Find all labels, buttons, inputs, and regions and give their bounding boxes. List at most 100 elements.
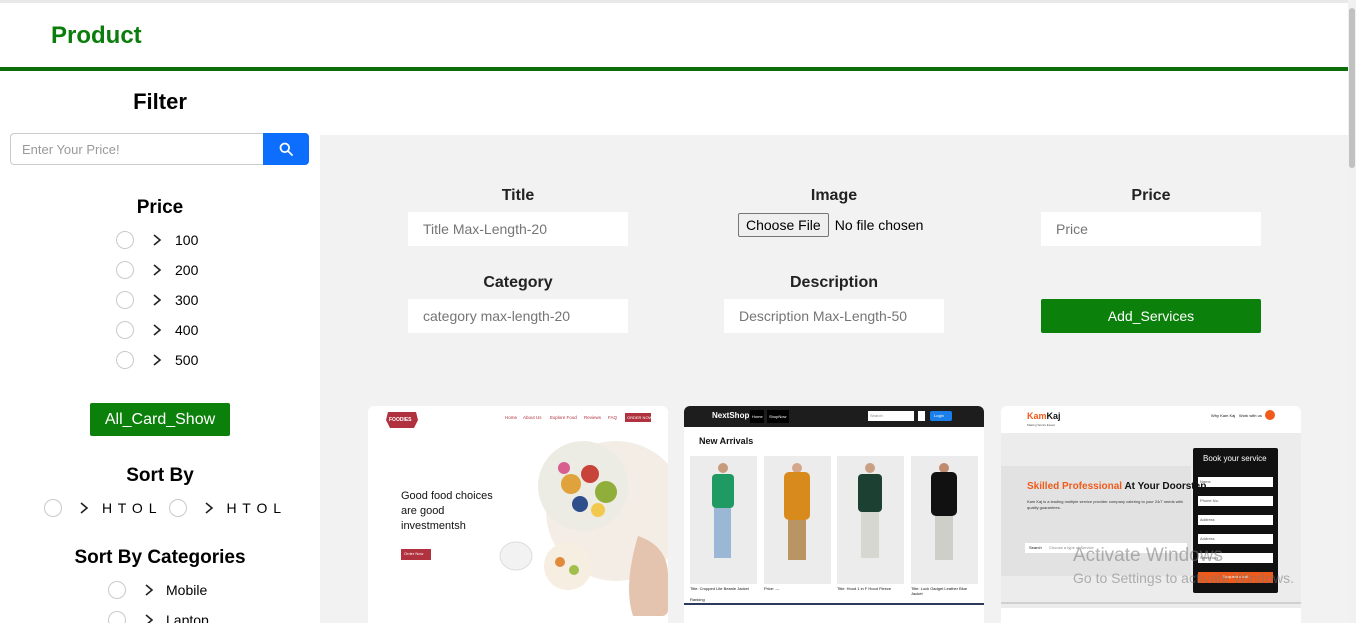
category-label: Category <box>483 274 553 291</box>
radio-button[interactable] <box>168 499 187 517</box>
radio-button[interactable] <box>108 581 126 599</box>
card-nav-item: Work with us <box>1239 413 1262 418</box>
card-cta: Order Now <box>404 551 424 556</box>
sort-option-label: H T O L <box>102 500 158 516</box>
chevron-right-icon <box>145 584 154 596</box>
price-title: Price <box>136 197 184 218</box>
price-input[interactable] <box>1041 212 1261 246</box>
chevron-right-icon <box>145 614 154 623</box>
svg-text:Explore Food: Explore Food <box>550 415 577 420</box>
card-item-title: Title: Lock Gadget Leather Blue Jacket <box>911 586 968 596</box>
chevron-right-icon <box>153 264 162 276</box>
card-search: Search <box>870 413 883 418</box>
card-book-field: Name <box>1200 479 1211 484</box>
add-services-button[interactable]: Add_Services <box>1041 299 1261 333</box>
svg-text:Home: Home <box>505 415 518 420</box>
card-nav-item: Why Kam Kaj <box>1211 413 1236 418</box>
title-input[interactable] <box>408 212 628 246</box>
search-button[interactable] <box>263 133 309 165</box>
filter-sidebar: Filter Price 100 200 300 400 <box>0 71 320 623</box>
activate-windows-subtitle: Go to Settings to activate Windows. <box>1073 570 1294 586</box>
card-item-title: Title: Hood 1 in F Hood Fleece <box>837 586 892 591</box>
card-headline: Good food choices are good investmentsh <box>401 490 493 532</box>
svg-text:Reviews: Reviews <box>584 415 602 420</box>
description-input[interactable] <box>724 299 944 333</box>
card-body: Kam Kaj is a leading multiple service pr… <box>1027 499 1183 510</box>
price-option[interactable]: 200 <box>116 259 198 281</box>
card-book-field: Address <box>1200 517 1215 522</box>
svg-text:FAQ: FAQ <box>608 415 618 420</box>
categories-title: Sort By Categories <box>74 547 246 568</box>
chevron-right-icon <box>153 324 162 336</box>
scrollbar-thumb[interactable] <box>1349 8 1355 168</box>
page-scrollbar[interactable] <box>1348 0 1356 623</box>
card-logo-a: Kam <box>1027 411 1047 421</box>
price-search-input[interactable] <box>10 133 264 165</box>
category-option[interactable]: Laptop <box>108 609 209 623</box>
price-option[interactable]: 300 <box>116 289 198 311</box>
page: Product Filter Price 100 200 300 <box>0 0 1356 623</box>
card-nav-item: ShopNow <box>769 414 787 419</box>
card-rating: Ranking <box>690 597 705 602</box>
title-label: Title <box>501 187 535 204</box>
chevron-right-icon <box>153 294 162 306</box>
product-card-nextshop[interactable]: NextShop Home ShopNow Search Login New A… <box>684 406 984 616</box>
card-book-title: Book your service <box>1203 454 1267 463</box>
image-file-input[interactable]: Choose File No file chosen <box>738 212 923 238</box>
filter-title: Filter <box>133 89 187 114</box>
activate-windows-title: Activate Windows <box>1073 545 1223 566</box>
price-option[interactable]: 100 <box>116 229 198 251</box>
card-book-field: Address <box>1200 536 1215 541</box>
price-option-label: 400 <box>175 322 199 338</box>
card-headline-b: At Your Doorstep. <box>1122 481 1210 492</box>
card-search-label: Search <box>1029 545 1042 550</box>
category-option-label: Mobile <box>166 582 208 598</box>
chevron-right-icon <box>80 502 89 514</box>
search-icon <box>279 142 293 156</box>
radio-button[interactable] <box>116 231 134 249</box>
all-card-show-button[interactable]: All_Card_Show <box>90 403 230 436</box>
card-nav-item: Home <box>752 414 763 419</box>
image-label: Image <box>810 187 858 204</box>
brand-title[interactable]: Product <box>51 22 142 50</box>
category-option[interactable]: Mobile <box>108 579 207 601</box>
price-option-label: 300 <box>175 292 199 308</box>
svg-text:About Us: About Us <box>523 415 542 420</box>
card-logo-b: Kaj <box>1046 411 1061 421</box>
category-option-label: Laptop <box>166 612 209 623</box>
price-option[interactable]: 500 <box>116 349 198 371</box>
main-panel: Title Image Choose File No file chosen P… <box>320 135 1348 623</box>
price-option-label: 200 <box>175 262 199 278</box>
card-headline: Skilled Professional At Your Doorstep. <box>1027 481 1209 492</box>
card-login: Login <box>934 413 944 418</box>
choose-file-button[interactable]: Choose File <box>738 213 829 237</box>
header: Product <box>0 3 1348 67</box>
card-nav-button: ORDER NOW <box>627 415 653 420</box>
card-book-field: Phone No. <box>1200 498 1219 503</box>
card-logo: NextShop <box>712 411 750 420</box>
radio-button[interactable] <box>116 261 134 279</box>
sort-title: Sort By <box>126 465 194 486</box>
radio-button[interactable] <box>44 499 62 517</box>
chevron-right-icon <box>205 502 213 514</box>
file-status: No file chosen <box>834 217 924 233</box>
price-search <box>10 133 309 165</box>
card-item-title: Title: Cropped Lite Beanie Jacket <box>690 586 749 591</box>
radio-button[interactable] <box>108 611 126 623</box>
sort-options: H T O L H T O L <box>44 497 282 519</box>
radio-button[interactable] <box>116 321 134 339</box>
chevron-right-icon <box>153 234 162 246</box>
card-tagline: Making Works Easier <box>1027 423 1056 427</box>
card-item-title: Price: --- <box>764 586 780 591</box>
category-input[interactable] <box>408 299 628 333</box>
radio-button[interactable] <box>116 351 134 369</box>
price-option[interactable]: 400 <box>116 319 198 341</box>
price-option-label: 100 <box>175 232 199 248</box>
card-headline-a: Skilled Professional <box>1027 481 1123 492</box>
product-card-foodies[interactable]: Home About Us Explore Food Reviews FAQ Good … <box>368 406 668 616</box>
card-heading: New Arrivals <box>699 436 754 446</box>
chevron-right-icon <box>153 354 162 366</box>
card-logo: FOODIES <box>389 417 412 423</box>
radio-button[interactable] <box>116 291 134 309</box>
price-option-label: 500 <box>175 352 199 368</box>
